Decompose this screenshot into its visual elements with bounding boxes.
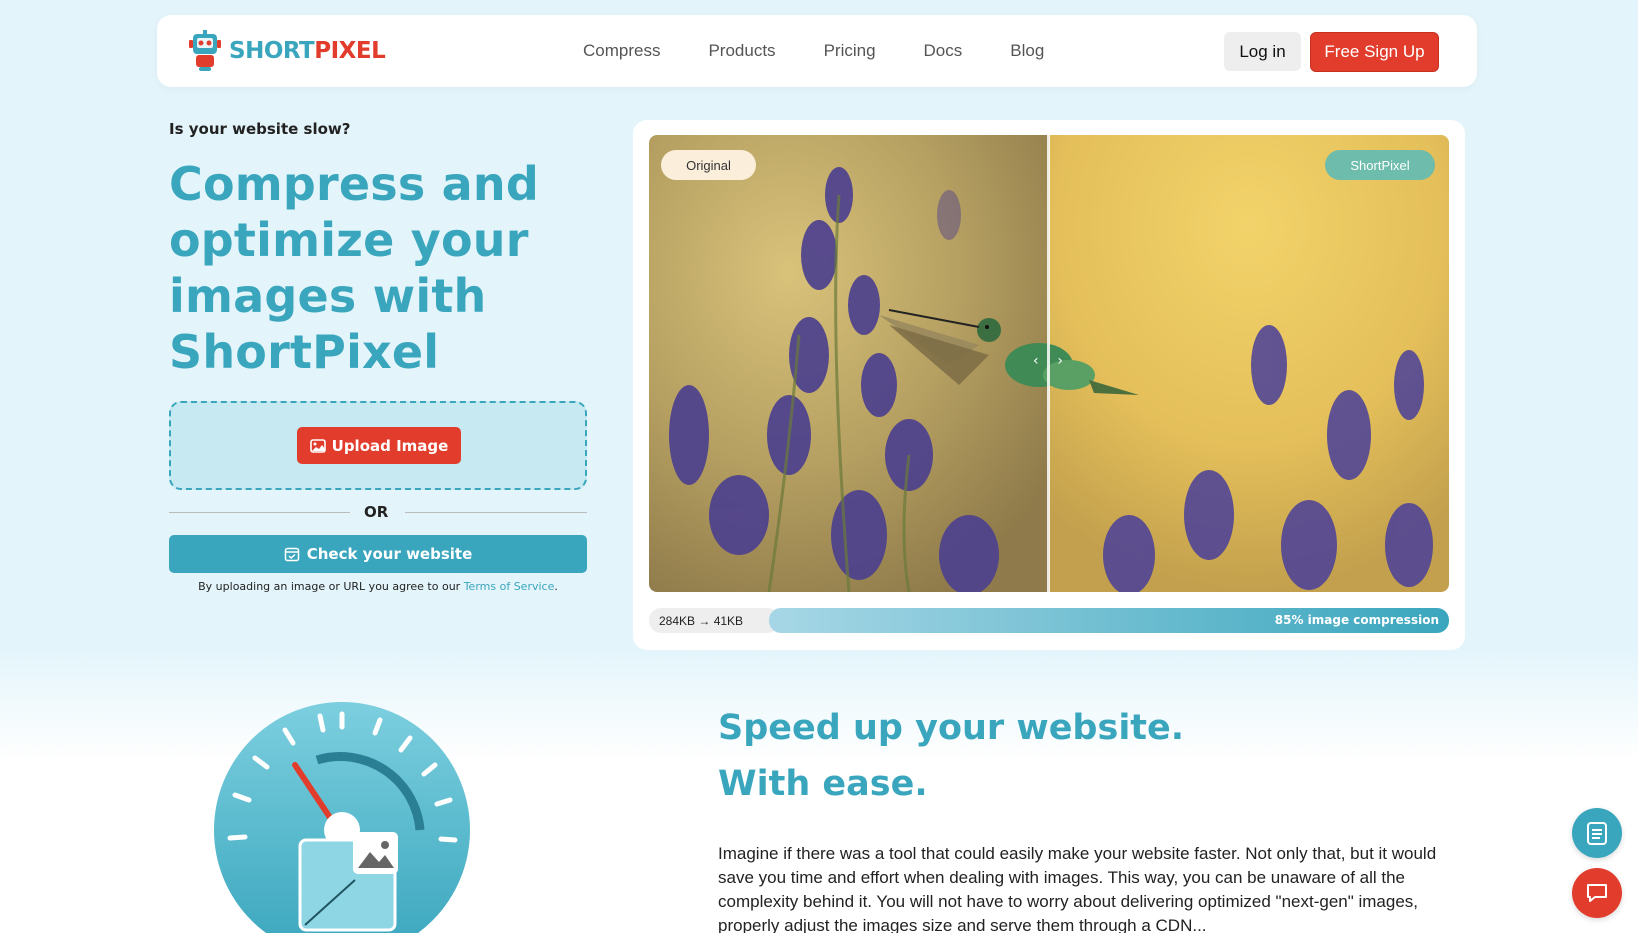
logo[interactable]: SHORTPIXEL (187, 30, 386, 72)
size-reduction: 284KB → 41KB (649, 608, 779, 633)
speedometer-illustration (214, 702, 470, 933)
image-icon (309, 438, 326, 453)
check-website-button[interactable]: Check your website (169, 535, 587, 573)
logo-short: SHORT (229, 38, 315, 64)
nav-products[interactable]: Products (708, 41, 775, 61)
checklist-icon (1587, 822, 1607, 845)
floating-checklist-button[interactable] (1572, 808, 1622, 858)
comparison-image[interactable]: Original ShortPixel ‹ › (649, 135, 1449, 592)
hero-title-line: optimize your (169, 213, 529, 267)
nav-docs[interactable]: Docs (924, 41, 963, 61)
hero-eyebrow: Is your website slow? (169, 120, 351, 138)
calendar-check-icon (284, 547, 299, 562)
shortpixel-badge: ShortPixel (1325, 150, 1435, 180)
robot-logo-icon (189, 30, 221, 71)
tos-suffix: . (554, 580, 558, 593)
upload-image-label: Upload Image (331, 436, 449, 455)
logo-pixel: PIXEL (314, 38, 386, 64)
divider-line-right (405, 512, 587, 513)
comparison-slider-handle[interactable]: ‹ › (1033, 353, 1063, 373)
or-divider: OR (169, 502, 587, 522)
speed-description: Imagine if there was a tool that could e… (718, 844, 1437, 933)
hero-title: Compress and optimize your images with S… (169, 156, 599, 380)
terms-note: By uploading an image or URL you agree t… (169, 580, 587, 593)
hero-title-line: ShortPixel (169, 325, 440, 379)
chat-icon (1587, 884, 1607, 902)
divider-line-left (169, 512, 350, 513)
compression-stats: 284KB → 41KB 85% image compression (649, 608, 1449, 633)
chevron-right-icon: › (1057, 353, 1063, 369)
compression-bar: 85% image compression (769, 608, 1449, 633)
nav-blog[interactable]: Blog (1010, 41, 1044, 61)
tos-prefix: By uploading an image or URL you agree t… (198, 580, 464, 593)
speed-heading-line2: With ease. (718, 764, 928, 804)
comparison-card: Original ShortPixel ‹ › 284KB → 41KB 85%… (633, 120, 1465, 650)
hero-title-line: Compress and (169, 157, 539, 211)
original-badge: Original (661, 150, 756, 180)
upload-dropzone[interactable]: Upload Image (169, 401, 587, 490)
nav-compress[interactable]: Compress (583, 41, 660, 61)
check-website-label: Check your website (306, 545, 473, 563)
speed-heading-line1: Speed up your website. (718, 708, 1185, 748)
speed-heading: Speed up your website. With ease. (718, 700, 1418, 812)
or-label: OR (364, 503, 389, 521)
logo-text: SHORTPIXEL (229, 38, 386, 64)
login-button[interactable]: Log in (1224, 32, 1301, 71)
compression-percent: 85% image compression (1274, 613, 1439, 627)
hero-title-line: images with (169, 269, 487, 323)
terms-of-service-link[interactable]: Terms of Service (464, 580, 555, 593)
chevron-left-icon: ‹ (1033, 353, 1039, 369)
site-header: SHORTPIXEL Compress Products Pricing Doc… (157, 15, 1477, 87)
nav-pricing[interactable]: Pricing (824, 41, 876, 61)
upload-image-button[interactable]: Upload Image (297, 427, 461, 464)
main-nav: Compress Products Pricing Docs Blog (583, 15, 1092, 87)
free-signup-button[interactable]: Free Sign Up (1310, 32, 1439, 72)
floating-chat-button[interactable] (1572, 868, 1622, 918)
